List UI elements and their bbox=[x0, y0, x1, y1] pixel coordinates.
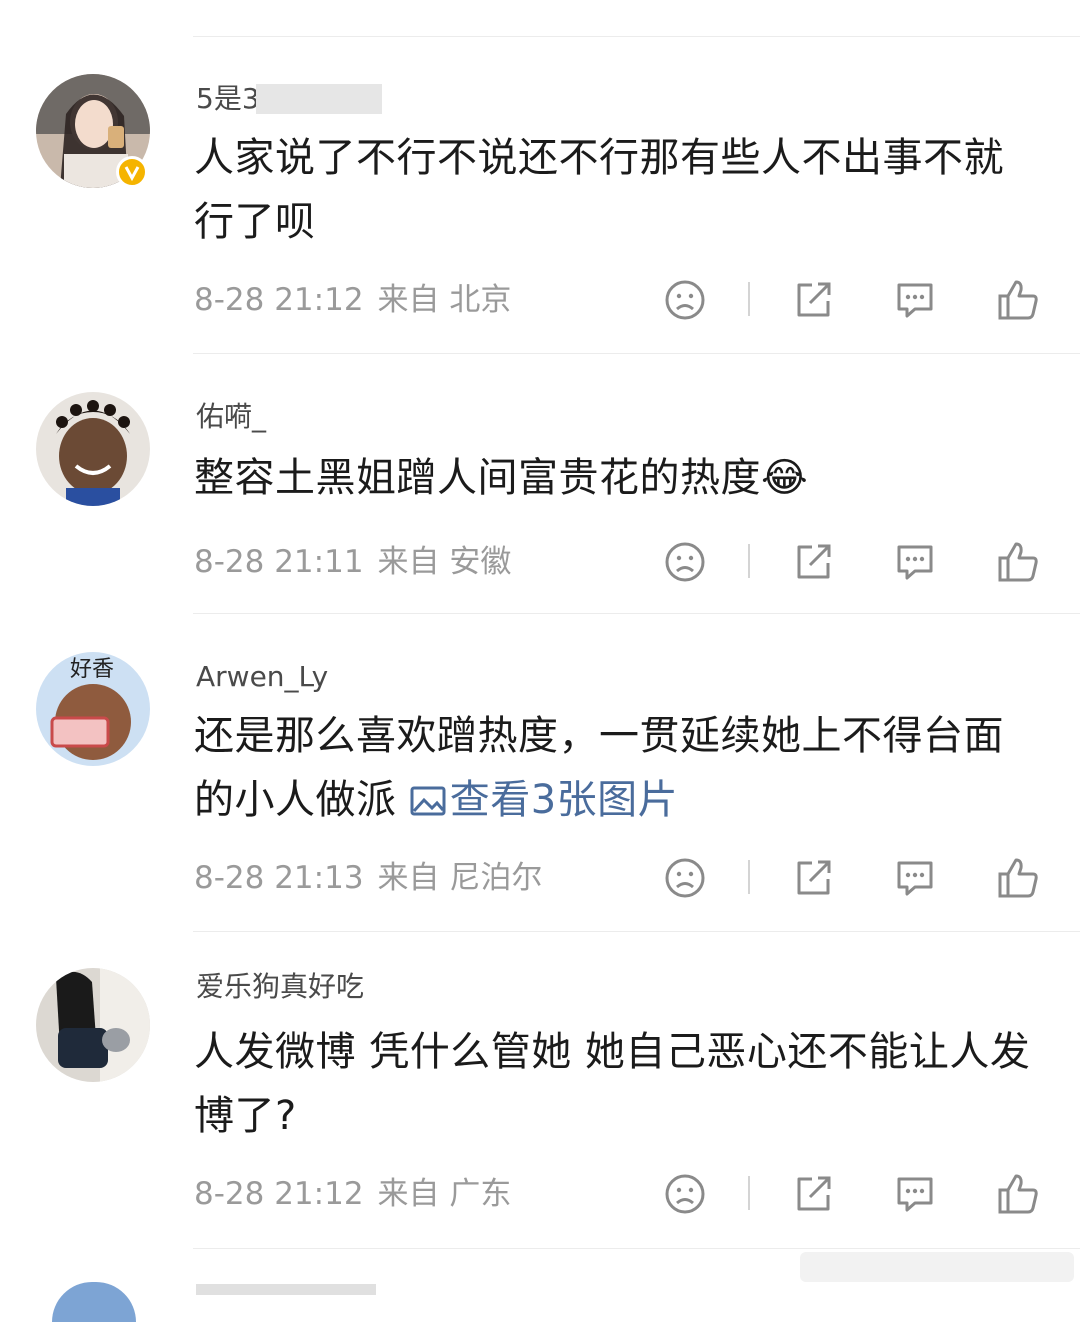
share-icon[interactable] bbox=[791, 540, 835, 584]
separator bbox=[748, 544, 750, 578]
share-icon[interactable] bbox=[791, 1172, 835, 1216]
like-thumb-icon[interactable] bbox=[996, 1172, 1040, 1216]
like-thumb-icon[interactable] bbox=[996, 856, 1040, 900]
share-icon[interactable] bbox=[791, 278, 835, 322]
image-icon bbox=[410, 772, 446, 836]
dislike-face-icon[interactable] bbox=[663, 540, 707, 584]
action-bar bbox=[0, 856, 1080, 900]
divider bbox=[193, 931, 1080, 932]
divider bbox=[193, 353, 1080, 354]
divider bbox=[193, 1248, 1080, 1249]
action-bar bbox=[0, 1172, 1080, 1216]
username[interactable]: 爱乐狗真好吃 bbox=[196, 970, 364, 1004]
view-images-link[interactable]: 查看3张图片 bbox=[410, 777, 678, 823]
dislike-face-icon[interactable] bbox=[663, 1172, 707, 1216]
share-icon[interactable] bbox=[791, 856, 835, 900]
divider bbox=[193, 36, 1080, 37]
previous-comment-actions-remnant bbox=[0, 0, 1080, 36]
dislike-face-icon[interactable] bbox=[663, 278, 707, 322]
avatar[interactable] bbox=[36, 392, 150, 506]
comment-text: 整容土黑姐蹭人间富贵花的热度😂 bbox=[194, 455, 809, 501]
dislike-face-icon[interactable] bbox=[663, 856, 707, 900]
comment-text: 还是那么喜欢蹭热度，一贯延续她上不得台面的小人做派 查看3张图片 bbox=[194, 704, 1034, 836]
username[interactable]: 佑嗬_ bbox=[196, 400, 266, 434]
separator bbox=[748, 860, 750, 894]
comment-icon[interactable] bbox=[893, 1172, 937, 1216]
avatar[interactable]: 好香 bbox=[36, 652, 150, 766]
like-thumb-icon[interactable] bbox=[996, 278, 1040, 322]
separator bbox=[748, 1176, 750, 1210]
comment-item: 5是3 人家说了不行不说还不行那有些人不出事不就行了呗 8-28 21:12 来自… bbox=[0, 74, 1080, 354]
comment-icon[interactable] bbox=[893, 278, 937, 322]
laughing-crying-emoji-icon: 😂 bbox=[761, 455, 809, 501]
verified-badge-icon bbox=[116, 156, 148, 188]
comment-item: 好香 Arwen_Ly 还是那么喜欢蹭热度，一贯延续她上不得台面的小人做派 查看… bbox=[0, 652, 1080, 932]
watermark-bar bbox=[800, 1252, 1074, 1282]
svg-text:好香: 好香 bbox=[70, 657, 114, 682]
comment-icon[interactable] bbox=[893, 856, 937, 900]
avatar[interactable] bbox=[36, 968, 150, 1082]
comment-icon[interactable] bbox=[893, 540, 937, 584]
action-bar bbox=[0, 278, 1080, 322]
separator bbox=[748, 282, 750, 316]
username[interactable]: Arwen_Ly bbox=[196, 660, 328, 694]
comment-item: 爱乐狗真好吃 人发微博 凭什么管她 她自己恶心还不能让人发博了? 8-28 21… bbox=[0, 968, 1080, 1248]
username-mosaic bbox=[256, 84, 382, 114]
comment-text: 人家说了不行不说还不行那有些人不出事不就行了呗 bbox=[194, 135, 1004, 245]
divider bbox=[193, 613, 1080, 614]
comment-text: 人发微博 凭什么管她 她自己恶心还不能让人发博了? bbox=[194, 1029, 1031, 1139]
avatar[interactable] bbox=[52, 1282, 136, 1322]
username[interactable]: 5是3 bbox=[196, 82, 260, 116]
comment-item: 佑嗬_ 整容土黑姐蹭人间富贵花的热度😂 8-28 21:11 来自 安徽 bbox=[0, 392, 1080, 612]
like-thumb-icon[interactable] bbox=[996, 540, 1040, 584]
action-bar bbox=[0, 540, 1080, 584]
username bbox=[196, 1284, 376, 1295]
